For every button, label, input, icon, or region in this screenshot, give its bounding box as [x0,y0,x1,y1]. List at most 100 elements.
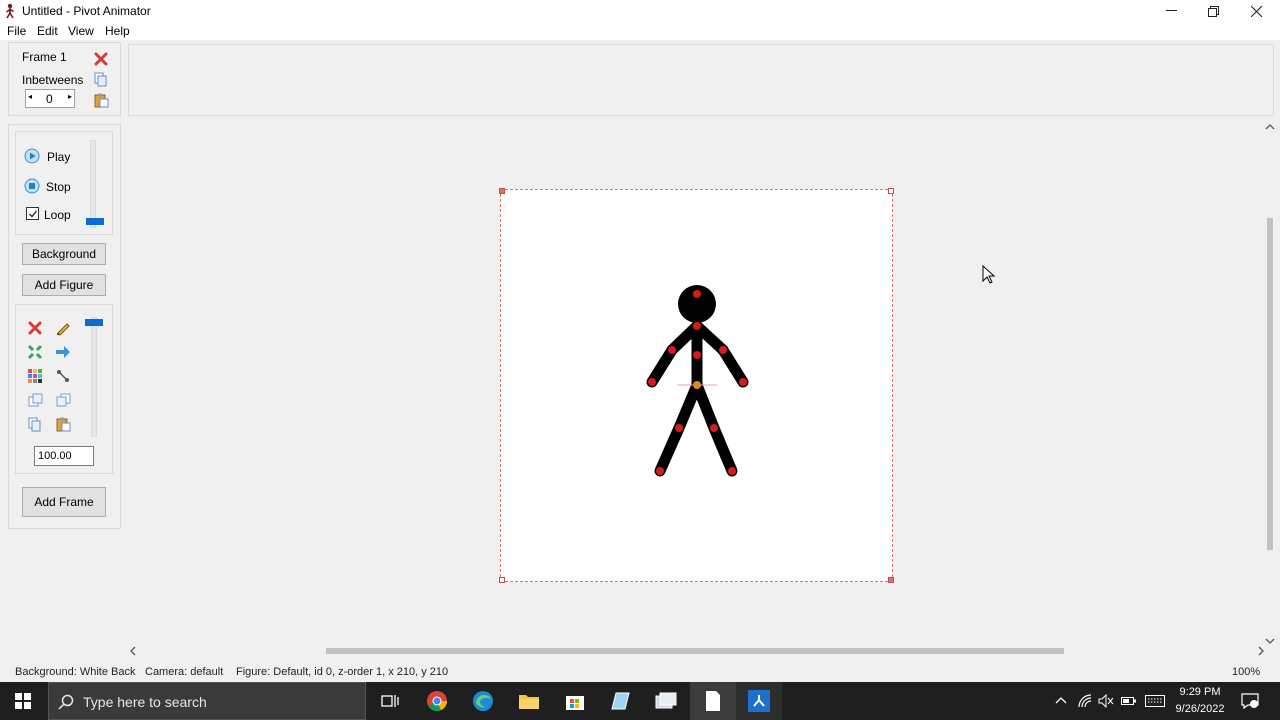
task-view-button[interactable] [377,688,403,714]
status-bar: Background: White Back Camera: default F… [0,662,1280,682]
edit-figure-button[interactable] [54,319,72,337]
figure-left-forearm[interactable] [646,344,678,388]
delete-icon [28,321,42,335]
window-title: Untitled - Pivot Animator [22,4,151,18]
delete-figure-button[interactable] [26,319,44,337]
animation-canvas[interactable] [499,188,894,583]
spinner-left-icon[interactable]: ◂ [28,92,32,101]
menu-view[interactable]: View [68,24,94,38]
volume-muted-icon[interactable] [1098,694,1114,708]
speed-slider-thumb[interactable] [86,218,104,225]
tray-chevron-up-icon[interactable] [1055,696,1067,706]
menu-file[interactable]: File [7,24,26,38]
joint-right-elbow[interactable] [719,346,727,354]
store-button[interactable] [562,688,588,714]
joint-right-knee[interactable] [710,424,718,432]
checkmark-icon [28,210,37,217]
duplicate-figure-button[interactable] [26,391,44,409]
close-window-button[interactable] [1235,0,1277,22]
paste-figure-button[interactable] [54,415,72,433]
menu-help[interactable]: Help [105,24,130,38]
mouse-cursor-icon [982,265,996,284]
scroll-right-icon[interactable] [1256,644,1266,658]
joint-left-hand[interactable] [648,378,656,386]
paste-frame-button[interactable] [93,92,109,108]
background-button[interactable]: Background [22,243,106,265]
joint-left-foot[interactable] [656,467,664,475]
spinner-right-icon[interactable]: ▸ [68,92,72,101]
tray-date[interactable]: 9/26/2022 [1170,703,1230,715]
figure-right-forearm[interactable] [717,344,749,388]
color-figure-button[interactable] [26,367,44,385]
scroll-left-icon[interactable] [128,644,138,658]
menu-edit[interactable]: Edit [37,24,58,38]
horizontal-scroll-thumb[interactable] [326,648,1064,654]
taskbar-search[interactable]: Type here to search [48,682,366,720]
timeline-strip[interactable] [128,44,1274,116]
scale-slider-thumb[interactable] [85,319,103,326]
copy-figure-button[interactable] [26,415,44,433]
frame-panel: Frame 1 Inbetweens ◂ 0 ▸ [8,42,121,116]
pivot-stickman-icon [748,690,770,712]
battery-icon[interactable] [1121,695,1137,707]
color-icon [28,369,42,383]
pivot-animator-button[interactable] [746,688,772,714]
play-button[interactable] [24,148,40,164]
loop-checkbox[interactable] [26,207,39,220]
chrome-button[interactable] [424,688,450,714]
vertical-scrollbar[interactable] [1264,122,1276,646]
flip-figure-button[interactable] [54,343,72,361]
edge-icon [473,691,493,711]
add-frame-button[interactable]: Add Frame [22,487,106,517]
figure-right-shin[interactable] [708,422,738,477]
stop-label[interactable]: Stop [46,180,71,194]
restore-button[interactable] [1192,0,1234,22]
notepad-button[interactable] [700,688,726,714]
copy-frame-button[interactable] [93,71,109,87]
stick-figure[interactable] [501,190,894,583]
minimize-button[interactable] [1150,0,1192,22]
center-figure-button[interactable] [26,343,44,361]
minimize-icon [1165,10,1177,11]
joint-right-hand[interactable] [739,378,747,386]
notifications-icon[interactable] [1241,693,1259,709]
inbetweens-value: 0 [46,92,53,106]
scale-input[interactable]: 100.00 [34,446,94,466]
joint-chest[interactable] [693,351,701,359]
app-window-button[interactable] [653,688,679,714]
taskbar: Type here to search 9:29 PM 9/26/2022 [0,682,1280,720]
title-bar: Untitled - Pivot Animator [0,0,1280,22]
joint-right-foot[interactable] [728,467,736,475]
edge-button[interactable] [470,688,496,714]
delete-frame-button[interactable] [93,51,109,67]
start-button[interactable] [10,688,36,714]
join-figure-button[interactable] [54,367,72,385]
stop-button[interactable] [24,178,40,194]
vertical-scroll-thumb[interactable] [1267,218,1273,550]
joint-head[interactable] [693,290,701,298]
figure-right-thigh[interactable] [691,379,720,434]
split-figure-button[interactable] [54,391,72,409]
tray-time[interactable]: 9:29 PM [1170,686,1230,698]
scale-slider-track[interactable] [91,317,97,437]
file-explorer-button[interactable] [516,688,542,714]
inbetweens-spinner[interactable]: ◂ 0 ▸ [25,89,75,108]
play-label[interactable]: Play [47,150,70,164]
play-icon [24,148,40,164]
horizontal-scrollbar[interactable] [128,644,1266,658]
restore-icon [1207,5,1219,17]
loop-label[interactable]: Loop [44,208,71,222]
scroll-up-icon[interactable] [1264,122,1276,132]
add-figure-button[interactable]: Add Figure [22,274,106,296]
joint-left-elbow[interactable] [668,346,676,354]
document-icon [706,691,720,711]
speed-slider-track[interactable] [90,140,96,228]
joint-left-knee[interactable] [675,424,683,432]
keyboard-icon[interactable] [1145,695,1165,707]
network-icon[interactable] [1078,694,1092,708]
chrome-icon [427,691,448,712]
joint-neck[interactable] [693,322,701,330]
app-notes-button[interactable] [607,688,633,714]
figure-left-shin[interactable] [654,422,685,477]
joint-center[interactable] [693,381,701,389]
